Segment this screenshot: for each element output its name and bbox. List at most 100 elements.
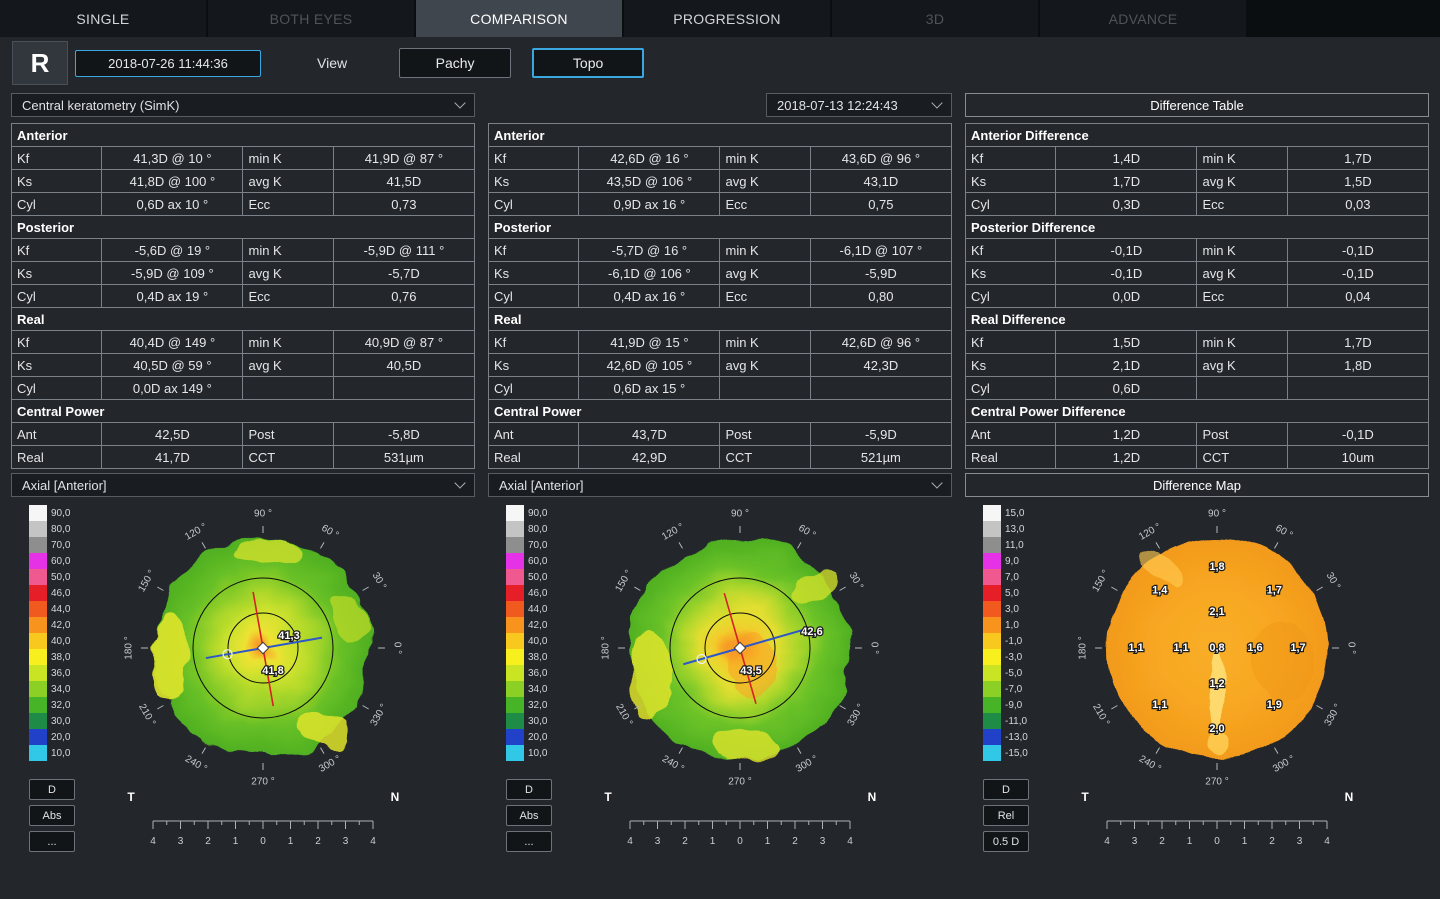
table-label: avg K [243,354,333,377]
table-label: Real [489,446,579,469]
app-window: SINGLEBOTH EYESCOMPARISONPROGRESSION3DAD… [0,0,1440,855]
table-label: min K [243,147,333,170]
table-value: 0,6D [1056,377,1197,400]
table-row: Ks-6,1D @ 106 °avg K-5,9D [489,262,952,285]
difference-value: 1,4 [1152,585,1168,597]
comparison-exam-selector[interactable]: 2018-07-13 12:24:43 [766,93,952,117]
ruler-label: 4 [1104,836,1110,847]
table-label: Ant [489,423,579,446]
table-label: Ecc [1197,285,1287,308]
scale-swatch [983,521,1001,537]
selector-value: Central keratometry (SimK) [22,98,179,113]
tab-single[interactable]: SINGLE [0,0,206,37]
scale-row: 11,0 [983,537,1028,553]
ruler-label: 4 [847,836,853,847]
map-options-previous: D Abs... [506,779,552,852]
table-value [1287,377,1428,400]
scale-value-label: 10,0 [51,748,70,759]
map-display-selector-current[interactable]: Axial [Anterior] [11,473,475,497]
angle-label: 330 ° [369,702,390,728]
axial-map-current[interactable]: 0 °30 °60 °90 °120 °150 °180 °210 °240 °… [83,503,463,815]
scale-row: 70,0 [29,537,70,553]
table-label: Kf [966,239,1056,262]
scale-row: 90,0 [29,505,70,521]
difference-map[interactable]: 0 °30 °60 °90 °120 °150 °180 °210 °240 °… [1037,503,1417,815]
selector-value: Axial [Anterior] [22,478,107,493]
tab-progression[interactable]: PROGRESSION [624,0,830,37]
topo-button[interactable]: Topo [532,48,644,78]
scale-value-label: 44,0 [528,604,547,615]
table-value: -0,1D [1056,262,1197,285]
keratometry-view-selector[interactable]: Central keratometry (SimK) [11,93,475,117]
exam-date-field[interactable]: 2018-07-26 11:44:36 [75,50,261,77]
table-label: Kf [489,239,579,262]
scale-swatch [506,617,524,633]
scale-swatch [506,633,524,649]
table-value: -5,7D @ 16 ° [579,239,720,262]
table-section-row: Anterior Difference [966,124,1429,147]
section-title: Real Difference [966,308,1429,331]
scale-row: -15,0 [983,745,1028,761]
table-label: Kf [12,147,102,170]
scale-value-label: -15,0 [1005,748,1028,759]
table-label [243,377,333,400]
map-option-button-d[interactable]: D [506,779,552,800]
map-display-selector-previous[interactable]: Axial [Anterior] [488,473,952,497]
map-option-button-rel[interactable]: Rel [983,805,1029,826]
ruler-label: 3 [820,836,826,847]
table-row: Real42,9DCCT521µm [489,446,952,469]
table-row: Ant1,2DPost-0,1D [966,423,1429,446]
table-value: 0,04 [1287,285,1428,308]
table-label: CCT [720,446,810,469]
angle-label: 210 ° [136,702,157,728]
table-row: Ks41,8D @ 100 °avg K41,5D [12,170,475,193]
difference-value: 1,6 [1247,642,1262,654]
eye-toggle-button[interactable]: R [12,41,68,85]
map-option-button-more[interactable]: ... [29,831,75,852]
scale-row: 42,0 [29,617,70,633]
scale-value-label: 70,0 [51,540,70,551]
scale-value-label: 90,0 [528,508,547,519]
table-value: 40,5D [333,354,474,377]
table-row: Ks1,7Davg K1,5D [966,170,1429,193]
table-value: 43,7D [579,423,720,446]
angle-label: 330 ° [1323,702,1344,728]
ruler-label: 0 [737,836,743,847]
difference-value: 1,8 [1209,561,1224,573]
scale-value-label: 60,0 [528,556,547,567]
scale-swatch [506,745,524,761]
pachy-button[interactable]: Pachy [399,48,511,78]
angle-label: 150 ° [136,568,157,594]
table-label: Kf [489,147,579,170]
table-label [1197,377,1287,400]
scale-value-label: 50,0 [51,572,70,583]
difference-value: 1,1 [1173,642,1188,654]
table-row: Ks42,6D @ 105 °avg K42,3D [489,354,952,377]
scale-row: 34,0 [506,681,547,697]
table-label: min K [1197,331,1287,354]
table-row: Cyl0,0D ax 149 ° [12,377,475,400]
scale-value-label: 42,0 [51,620,70,631]
axial-map-previous[interactable]: 0 °30 °60 °90 °120 °150 °180 °210 °240 °… [560,503,940,815]
table-value: 42,6D @ 105 ° [579,354,720,377]
ruler-label: 3 [178,836,184,847]
map-option-button-more[interactable]: ... [506,831,552,852]
mm-ruler-previous: 432101234 [560,815,940,851]
map-option-button-abs[interactable]: Abs [29,805,75,826]
scale-swatch [506,553,524,569]
map-option-button-d[interactable]: D [29,779,75,800]
scale-value-label: 36,0 [51,668,70,679]
table-label: CCT [1197,446,1287,469]
scale-value-label: 7,0 [1005,572,1019,583]
map-option-button-d[interactable]: D [983,779,1029,800]
angle-label: 210 ° [613,702,634,728]
scale-value-label: 5,0 [1005,588,1019,599]
tab-comparison[interactable]: COMPARISON [416,0,622,37]
map-option-button-abs[interactable]: Abs [506,805,552,826]
map-option-button-0-5-d[interactable]: 0.5 D [983,831,1029,852]
table-label: Real [12,446,102,469]
scale-value-label: 80,0 [528,524,547,535]
table-label: Post [720,423,810,446]
table-section-row: Real [489,308,952,331]
table-value: 1,5D [1056,331,1197,354]
